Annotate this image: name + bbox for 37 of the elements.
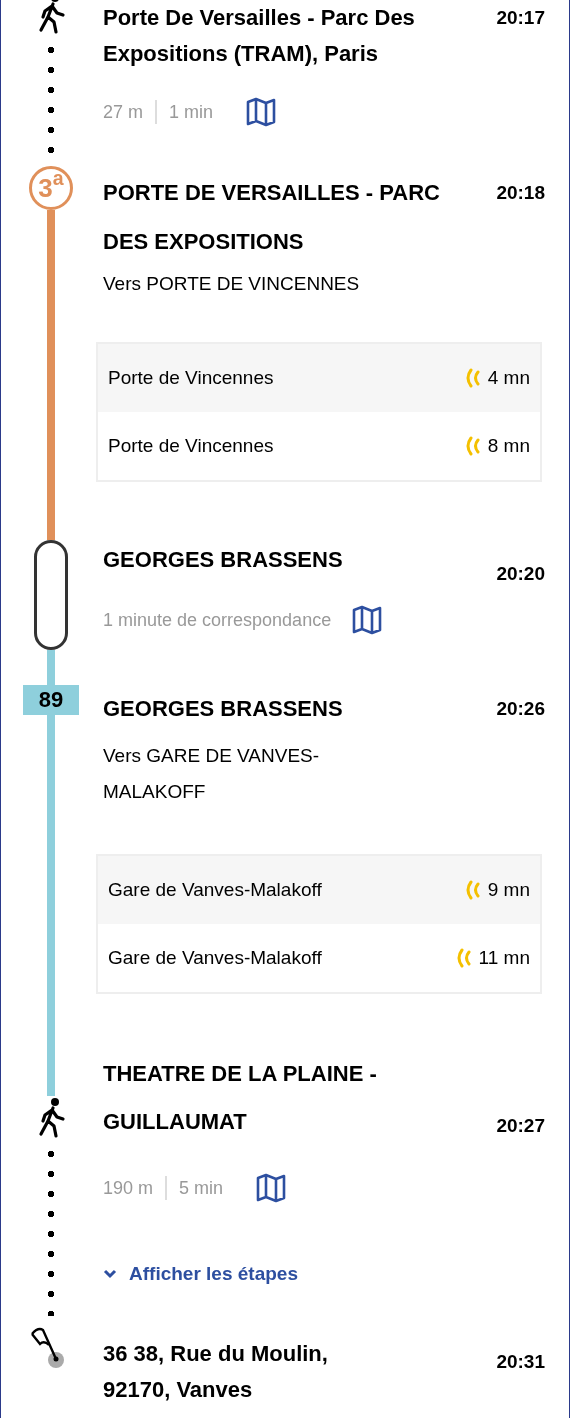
stop-name: Porte De Versailles - Parc Des Expositions (TRAM), Paris [103,4,416,68]
stop-time: 20:18 [496,181,545,205]
direction-text: Vers PORTE DE VINCENNES [103,272,361,296]
departure-wait: 9 mn [487,877,530,902]
walk-distance: 190 m [103,1177,154,1200]
stop-time: 20:26 [496,697,545,721]
transfer-note: 1 minute de correspondance [103,609,332,632]
stop-time: 20:20 [496,562,545,586]
show-steps-link[interactable]: Afficher les étapes [103,1262,298,1286]
stop-name: GEORGES BRASSENS [103,695,344,723]
walk-distance: 27 m [103,101,144,124]
destination-address: 36 38, Rue du Moulin, 92170, Vanves [103,1340,329,1404]
stop-name: PORTE DE VERSAILLES - PARC DES EXPOSITIONS [103,179,441,256]
walk-duration: 1 min [169,101,214,124]
line-badge: 3$^{a}$ [29,166,73,210]
departure-destination: Gare de Vanves-Malakoff [108,877,323,902]
departure-destination: Porte de Vincennes [108,433,275,458]
walk-duration: 5 min [179,1177,224,1200]
map-icon[interactable] [255,1172,288,1204]
stop-time: 20:27 [496,1114,545,1138]
stop-time: 20:17 [496,6,545,30]
departure-wait: 11 mn [478,945,530,970]
direction-text: Vers GARE DE VANVES-MALAKOFF [103,744,321,804]
walking-person-icon [36,0,66,34]
departure-destination: Porte de Vincennes [108,365,275,390]
departure-destination: Gare de Vanves-Malakoff [108,945,323,970]
map-icon[interactable] [245,96,278,128]
stop-name: GEORGES BRASSENS [103,546,344,574]
line-badge: 89 [23,685,79,715]
destination-flag-icon [30,1326,64,1370]
stop-name: THEATRE DE LA PLAINE - GUILLAUMAT [103,1060,378,1136]
walking-person-icon [36,1098,66,1138]
departure-wait: 4 mn [487,365,530,390]
stop-time: 20:31 [496,1350,545,1374]
chevron-down-icon [103,1269,117,1279]
map-icon[interactable] [351,604,384,636]
departure-wait: 8 mn [487,433,530,458]
